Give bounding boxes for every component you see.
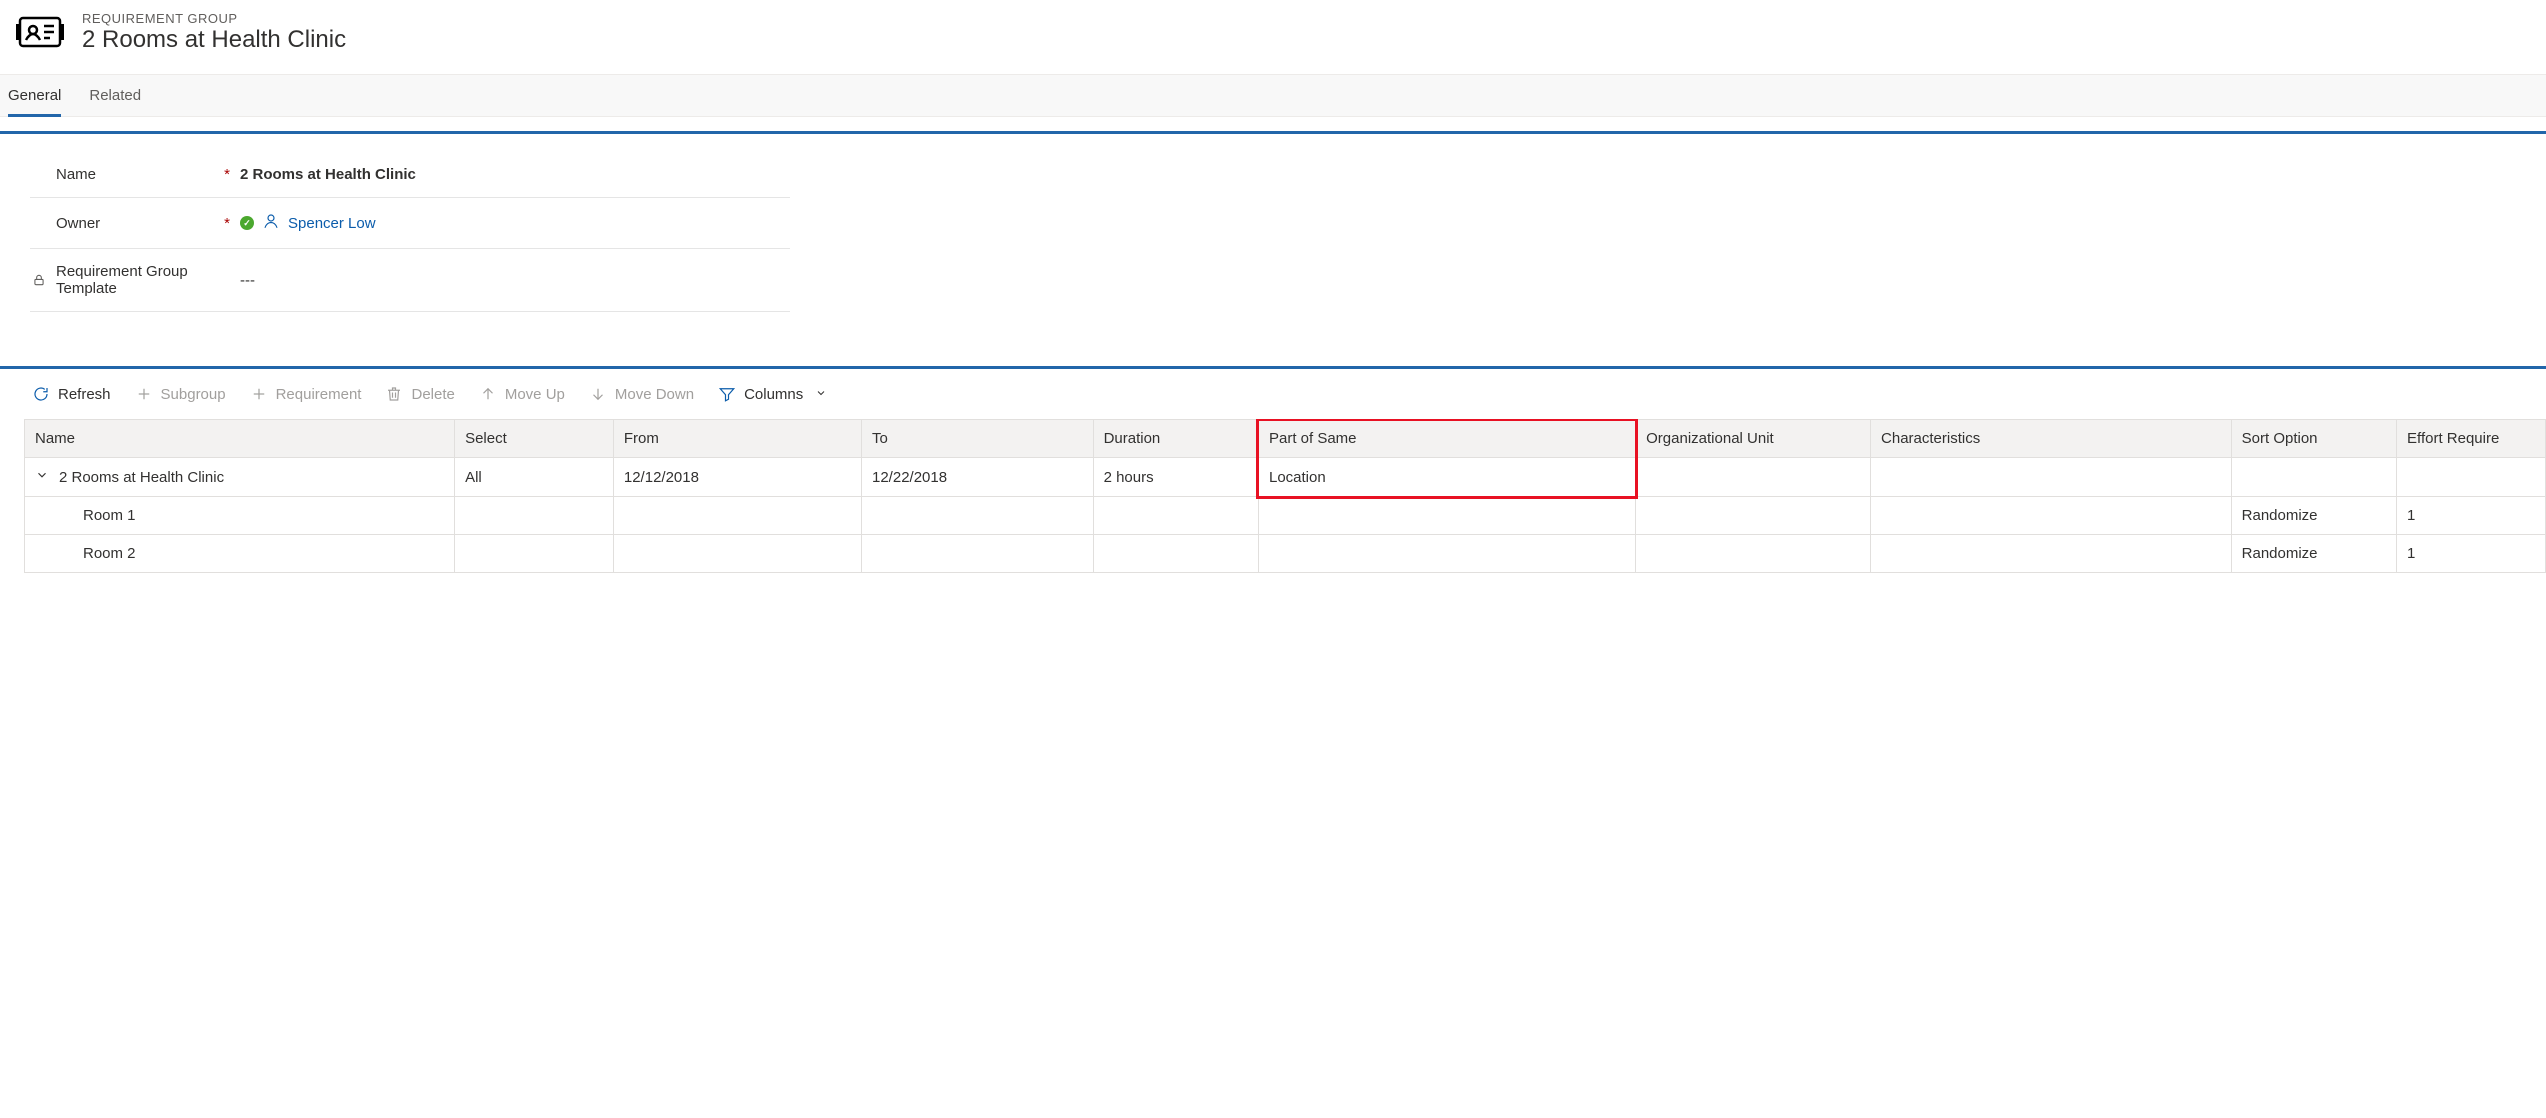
cell-duration[interactable] <box>1093 535 1258 573</box>
grid-toolbar: Refresh Subgroup Requirement Delete <box>24 369 2546 419</box>
col-to[interactable]: To <box>862 420 1094 458</box>
col-part-of-same[interactable]: Part of Same <box>1258 420 1635 458</box>
page-header: REQUIREMENT GROUP 2 Rooms at Health Clin… <box>0 0 2546 74</box>
move-down-button[interactable]: Move Down <box>589 385 694 403</box>
chevron-down-icon[interactable] <box>35 468 49 486</box>
move-up-button[interactable]: Move Up <box>479 385 565 403</box>
field-template-value: --- <box>240 272 255 289</box>
cell-part-of-same[interactable] <box>1258 535 1635 573</box>
chevron-down-icon <box>815 386 827 403</box>
grid-wrap: Name Select From To Duration Part of Sam… <box>24 419 2546 573</box>
cell-org-unit[interactable] <box>1636 497 1871 535</box>
requirements-grid[interactable]: Name Select From To Duration Part of Sam… <box>24 419 2546 573</box>
cell-name-text: Room 1 <box>83 507 136 524</box>
grid-row[interactable]: Room 1 Randomize1 <box>25 497 2546 535</box>
col-org-unit[interactable]: Organizational Unit <box>1636 420 1871 458</box>
columns-button[interactable]: Columns <box>718 385 827 403</box>
field-owner-value[interactable]: Spencer Low <box>288 215 376 232</box>
cell-sort-option[interactable]: Randomize <box>2231 497 2396 535</box>
grid-row[interactable]: Room 2 Randomize1 <box>25 535 2546 573</box>
cell-org-unit[interactable] <box>1636 535 1871 573</box>
cell-characteristics[interactable] <box>1871 458 2232 497</box>
col-name[interactable]: Name <box>25 420 455 458</box>
cell-to[interactable] <box>862 535 1094 573</box>
col-effort-required[interactable]: Effort Require <box>2397 420 2546 458</box>
arrow-up-icon <box>479 385 497 403</box>
field-owner[interactable]: Owner * ✓ Spencer Low <box>30 198 790 249</box>
presence-available-icon: ✓ <box>240 216 254 230</box>
cell-to[interactable] <box>862 497 1094 535</box>
cell-select[interactable] <box>455 497 614 535</box>
cell-duration[interactable]: 2 hours <box>1093 458 1258 497</box>
add-requirement-button[interactable]: Requirement <box>250 385 362 403</box>
col-sort-option[interactable]: Sort Option <box>2231 420 2396 458</box>
cell-name-text: Room 2 <box>83 545 136 562</box>
tab-strip: General Related <box>0 74 2546 117</box>
required-indicator: * <box>224 215 230 232</box>
form-section: Name * 2 Rooms at Health Clinic Owner * … <box>0 131 2546 342</box>
cell-characteristics[interactable] <box>1871 497 2232 535</box>
col-duration[interactable]: Duration <box>1093 420 1258 458</box>
grid-row[interactable]: 2 Rooms at Health Clinic All12/12/201812/… <box>25 458 2546 497</box>
cell-to[interactable]: 12/22/2018 <box>862 458 1094 497</box>
field-name[interactable]: Name * 2 Rooms at Health Clinic <box>30 152 790 198</box>
cell-name[interactable]: Room 2 <box>25 535 455 573</box>
requirements-grid-section: Refresh Subgroup Requirement Delete <box>0 366 2546 573</box>
tab-related[interactable]: Related <box>89 75 141 116</box>
cell-effort-required[interactable]: 1 <box>2397 535 2546 573</box>
cell-select[interactable] <box>455 535 614 573</box>
field-name-label: Name <box>56 166 96 183</box>
tab-general[interactable]: General <box>8 75 61 116</box>
required-indicator: * <box>224 166 230 183</box>
cell-from[interactable]: 12/12/2018 <box>613 458 861 497</box>
col-select[interactable]: Select <box>455 420 614 458</box>
field-owner-label: Owner <box>56 215 100 232</box>
field-name-value[interactable]: 2 Rooms at Health Clinic <box>240 166 416 183</box>
cell-characteristics[interactable] <box>1871 535 2232 573</box>
col-characteristics[interactable]: Characteristics <box>1871 420 2232 458</box>
cell-from[interactable] <box>613 497 861 535</box>
cell-org-unit[interactable] <box>1636 458 1871 497</box>
cell-name-text: 2 Rooms at Health Clinic <box>59 469 224 486</box>
person-icon <box>262 212 280 234</box>
col-from[interactable]: From <box>613 420 861 458</box>
plus-icon <box>135 385 153 403</box>
add-subgroup-button[interactable]: Subgroup <box>135 385 226 403</box>
cell-select[interactable]: All <box>455 458 614 497</box>
cell-part-of-same[interactable] <box>1258 497 1635 535</box>
field-template: Requirement Group Template --- <box>30 249 790 312</box>
cell-sort-option[interactable]: Randomize <box>2231 535 2396 573</box>
entity-type-label: REQUIREMENT GROUP <box>82 11 346 26</box>
cell-effort-required[interactable] <box>2397 458 2546 497</box>
entity-icon <box>16 8 64 56</box>
cell-from[interactable] <box>613 535 861 573</box>
plus-icon <box>250 385 268 403</box>
grid-header-row: Name Select From To Duration Part of Sam… <box>25 420 2546 458</box>
cell-part-of-same[interactable]: Location <box>1258 458 1635 497</box>
refresh-icon <box>32 385 50 403</box>
refresh-button[interactable]: Refresh <box>32 385 111 403</box>
trash-icon <box>385 385 403 403</box>
cell-name[interactable]: 2 Rooms at Health Clinic <box>25 458 455 497</box>
arrow-down-icon <box>589 385 607 403</box>
cell-effort-required[interactable]: 1 <box>2397 497 2546 535</box>
delete-button[interactable]: Delete <box>385 385 454 403</box>
filter-icon <box>718 385 736 403</box>
field-template-label: Requirement Group Template <box>56 263 216 297</box>
cell-sort-option[interactable] <box>2231 458 2396 497</box>
cell-duration[interactable] <box>1093 497 1258 535</box>
lock-icon <box>30 273 48 287</box>
page-title: 2 Rooms at Health Clinic <box>82 26 346 54</box>
cell-name[interactable]: Room 1 <box>25 497 455 535</box>
